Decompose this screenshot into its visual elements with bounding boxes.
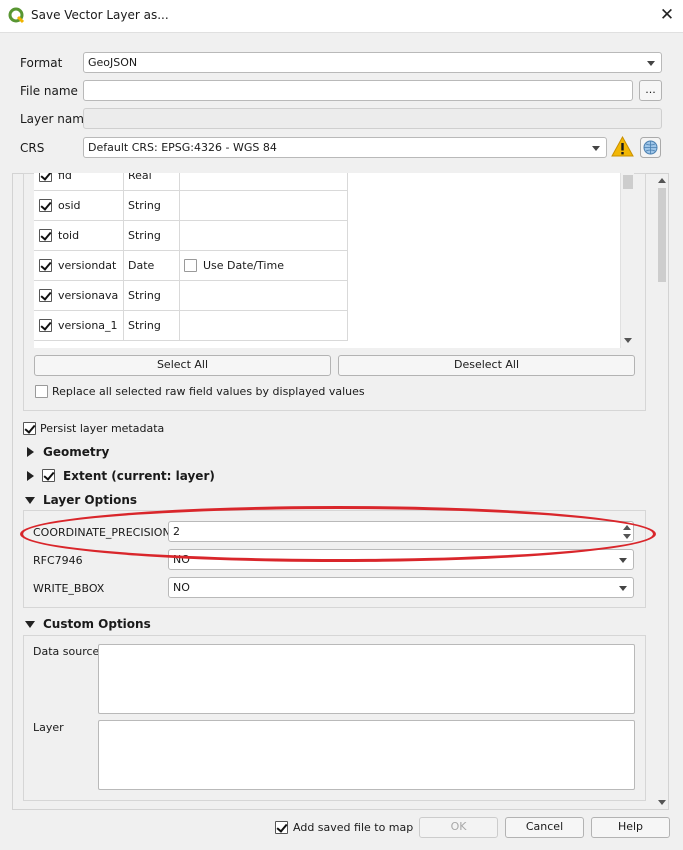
field-checkbox[interactable] — [39, 229, 52, 242]
select-all-button[interactable]: Select All — [34, 355, 331, 376]
cancel-button[interactable]: Cancel — [505, 817, 584, 838]
qgis-logo-icon — [8, 7, 25, 24]
format-label: Format — [20, 56, 63, 70]
format-select[interactable]: GeoJSON — [83, 52, 662, 73]
filename-label: File name — [20, 84, 78, 98]
replace-raw-label: Replace all selected raw field values by… — [52, 385, 365, 398]
rfc7946-select[interactable]: NO — [168, 549, 634, 570]
write-bbox-label: WRITE_BBOX — [33, 582, 105, 595]
crs-select[interactable]: Default CRS: EPSG:4326 - WGS 84 — [83, 137, 607, 158]
layer-options-title[interactable]: Layer Options — [43, 493, 137, 507]
table-row[interactable]: versionava String — [34, 281, 348, 311]
field-checkbox[interactable] — [39, 319, 52, 332]
coord-precision-spinbox[interactable]: 2 — [168, 521, 634, 542]
data-source-label: Data source — [33, 645, 100, 658]
expand-right-icon[interactable] — [27, 471, 34, 481]
field-name: versiona_1 — [58, 319, 118, 332]
collapse-down-icon[interactable] — [25, 621, 35, 628]
chevron-down-icon — [647, 61, 655, 66]
window-title: Save Vector Layer as... — [31, 8, 169, 22]
chevron-down-icon — [619, 586, 627, 591]
persist-metadata-checkbox[interactable] — [23, 422, 36, 435]
field-name: fid — [58, 173, 72, 182]
field-type: Real — [128, 173, 152, 182]
table-row[interactable]: versiona_1 String — [34, 311, 348, 341]
field-checkbox[interactable] — [39, 289, 52, 302]
scroll-down-icon[interactable] — [624, 338, 632, 343]
table-scroll-thumb[interactable] — [623, 175, 633, 189]
write-bbox-value: NO — [173, 581, 190, 594]
extent-checkbox[interactable] — [42, 469, 55, 482]
field-name: osid — [58, 199, 81, 212]
panel-scroll-thumb[interactable] — [658, 188, 666, 282]
chevron-down-icon — [619, 558, 627, 563]
field-type: String — [128, 319, 161, 332]
coord-precision-value: 2 — [173, 525, 180, 538]
layer-label: Layer — [33, 721, 64, 734]
panel-scrollbar[interactable] — [656, 174, 668, 809]
table-row[interactable]: fid Real — [34, 173, 348, 191]
crs-selector-icon[interactable] — [640, 137, 661, 158]
field-checkbox[interactable] — [39, 199, 52, 212]
layer-textarea[interactable] — [98, 720, 635, 790]
field-type: String — [128, 289, 161, 302]
expand-right-icon[interactable] — [27, 447, 34, 457]
add-saved-checkbox[interactable] — [275, 821, 288, 834]
field-name: toid — [58, 229, 80, 242]
table-row[interactable]: osid String — [34, 191, 348, 221]
field-checkbox[interactable] — [39, 173, 52, 182]
ok-button[interactable]: OK — [419, 817, 498, 838]
persist-metadata-label: Persist layer metadata — [40, 422, 165, 435]
field-checkbox[interactable] — [39, 259, 52, 272]
fields-table: fid Real osid String toid String version… — [34, 173, 620, 348]
scroll-up-icon[interactable] — [658, 178, 666, 183]
spin-down-icon[interactable] — [623, 534, 631, 539]
field-type: Date — [128, 259, 155, 272]
warning-icon[interactable] — [611, 136, 634, 158]
crs-value: Default CRS: EPSG:4326 - WGS 84 — [88, 141, 277, 154]
table-scrollbar[interactable] — [620, 173, 634, 348]
scroll-down-icon[interactable] — [658, 800, 666, 805]
table-row[interactable]: versiondat Date Use Date/Time — [34, 251, 348, 281]
close-icon[interactable]: ✕ — [656, 5, 678, 27]
field-type: String — [128, 229, 161, 242]
rfc7946-label: RFC7946 — [33, 554, 83, 567]
table-row[interactable]: toid String — [34, 221, 348, 251]
add-saved-label: Add saved file to map — [293, 821, 414, 834]
geometry-section-title[interactable]: Geometry — [43, 445, 109, 459]
use-datetime-label: Use Date/Time — [203, 259, 284, 272]
chevron-down-icon — [592, 146, 600, 151]
replace-raw-checkbox[interactable] — [35, 385, 48, 398]
data-source-textarea[interactable] — [98, 644, 635, 714]
field-type: String — [128, 199, 161, 212]
filename-input[interactable] — [83, 80, 633, 101]
spin-up-icon[interactable] — [623, 525, 631, 530]
help-button[interactable]: Help — [591, 817, 670, 838]
crs-label: CRS — [20, 141, 45, 155]
layername-input[interactable] — [83, 108, 662, 129]
deselect-all-button[interactable]: Deselect All — [338, 355, 635, 376]
layername-label: Layer name — [20, 112, 92, 126]
extent-section-title[interactable]: Extent (current: layer) — [63, 469, 215, 483]
use-datetime-checkbox[interactable] — [184, 259, 197, 272]
rfc7946-value: NO — [173, 553, 190, 566]
custom-options-title[interactable]: Custom Options — [43, 617, 151, 631]
field-name: versiondat — [58, 259, 117, 272]
coord-precision-label: COORDINATE_PRECISION — [33, 526, 171, 539]
browse-button[interactable]: ... — [639, 80, 662, 101]
title-bar: Save Vector Layer as... ✕ — [0, 0, 683, 32]
field-name: versionava — [58, 289, 119, 302]
format-value: GeoJSON — [88, 56, 138, 69]
write-bbox-select[interactable]: NO — [168, 577, 634, 598]
collapse-down-icon[interactable] — [25, 497, 35, 504]
